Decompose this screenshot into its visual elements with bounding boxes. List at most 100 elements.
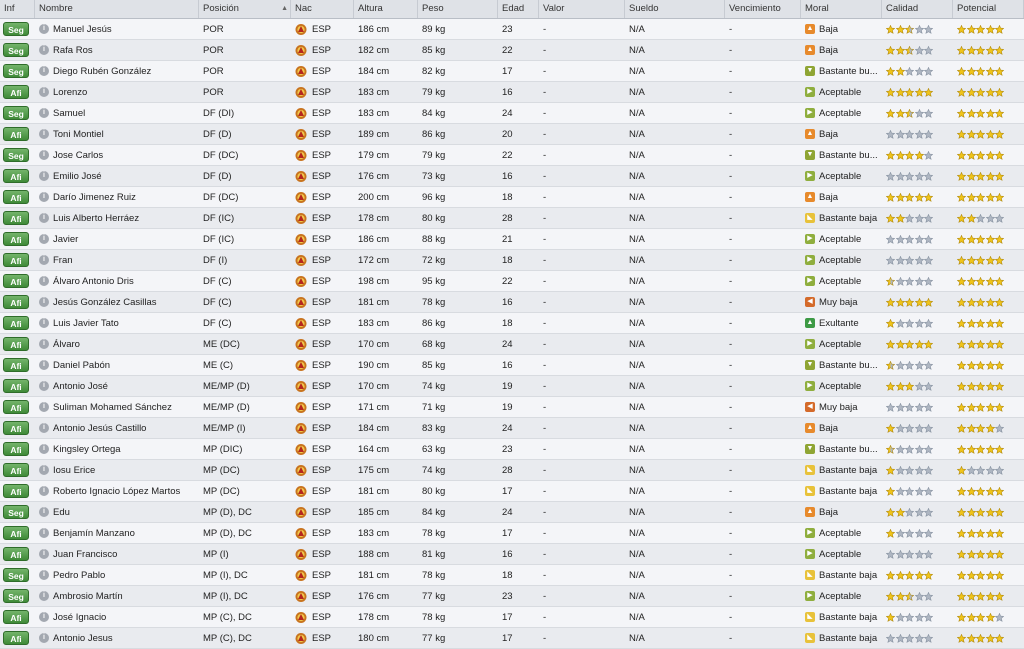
player-name[interactable]: Ambrosio Martín <box>53 591 123 602</box>
table-row[interactable]: Seg i Jose Carlos DF (DC) ESP 179 cm 79 k… <box>0 145 1024 166</box>
info-icon[interactable]: i <box>39 171 49 181</box>
info-icon[interactable]: i <box>39 45 49 55</box>
player-name[interactable]: Kingsley Ortega <box>53 444 121 455</box>
player-name[interactable]: Daniel Pabón <box>53 360 110 371</box>
status-badge[interactable]: Afi <box>3 169 29 183</box>
info-icon[interactable]: i <box>39 402 49 412</box>
info-icon[interactable]: i <box>39 591 49 601</box>
player-name[interactable]: Jesús González Casillas <box>53 297 157 308</box>
player-name[interactable]: Emilio José <box>53 171 102 182</box>
player-name[interactable]: Samuel <box>53 108 85 119</box>
table-row[interactable]: Afi i Javier DF (IC) ESP 186 cm 88 kg 21 … <box>0 229 1024 250</box>
info-icon[interactable]: i <box>39 570 49 580</box>
status-badge[interactable]: Afi <box>3 337 29 351</box>
table-row[interactable]: Seg i Samuel DF (DI) ESP 183 cm 84 kg 24 … <box>0 103 1024 124</box>
info-icon[interactable]: i <box>39 129 49 139</box>
player-name[interactable]: Antonio Jesús Castillo <box>53 423 146 434</box>
table-row[interactable]: Afi i Antonio José ME/MP (D) ESP 170 cm 7… <box>0 376 1024 397</box>
status-badge[interactable]: Afi <box>3 211 29 225</box>
col-header-sueldo[interactable]: Sueldo <box>625 0 725 18</box>
info-icon[interactable]: i <box>39 213 49 223</box>
table-row[interactable]: Afi i Juan Francisco MP (I) ESP 188 cm 81… <box>0 544 1024 565</box>
player-name[interactable]: Álvaro <box>53 339 80 350</box>
info-icon[interactable]: i <box>39 339 49 349</box>
player-name[interactable]: Álvaro Antonio Dris <box>53 276 134 287</box>
info-icon[interactable]: i <box>39 276 49 286</box>
player-name[interactable]: Antonio Jesus <box>53 633 113 644</box>
status-badge[interactable]: Afi <box>3 400 29 414</box>
player-name[interactable]: Diego Rubén González <box>53 66 151 77</box>
player-name[interactable]: Iosu Erice <box>53 465 95 476</box>
info-icon[interactable]: i <box>39 507 49 517</box>
col-header-nombre[interactable]: Nombre <box>35 0 199 18</box>
status-badge[interactable]: Afi <box>3 547 29 561</box>
player-name[interactable]: Rafa Ros <box>53 45 93 56</box>
col-header-posicion[interactable]: Posición ▲ <box>199 0 291 18</box>
player-name[interactable]: Roberto Ignacio López Martos <box>53 486 180 497</box>
status-badge[interactable]: Afi <box>3 484 29 498</box>
status-badge[interactable]: Seg <box>3 106 29 120</box>
col-header-altura[interactable]: Altura <box>354 0 418 18</box>
table-row[interactable]: Seg i Diego Rubén González POR ESP 184 cm… <box>0 61 1024 82</box>
table-row[interactable]: Afi i Emilio José DF (D) ESP 176 cm 73 kg… <box>0 166 1024 187</box>
status-badge[interactable]: Afi <box>3 463 29 477</box>
table-row[interactable]: Afi i Luis Javier Tato DF (C) ESP 183 cm … <box>0 313 1024 334</box>
player-name[interactable]: Suliman Mohamed Sánchez <box>53 402 172 413</box>
table-row[interactable]: Seg i Manuel Jesús POR ESP 186 cm 89 kg 2… <box>0 19 1024 40</box>
table-row[interactable]: Seg i Ambrosio Martín MP (I), DC ESP 176 … <box>0 586 1024 607</box>
status-badge[interactable]: Afi <box>3 421 29 435</box>
info-icon[interactable]: i <box>39 255 49 265</box>
status-badge[interactable]: Afi <box>3 127 29 141</box>
status-badge[interactable]: Seg <box>3 22 29 36</box>
player-name[interactable]: Darío Jimenez Ruiz <box>53 192 136 203</box>
player-name[interactable]: Lorenzo <box>53 87 87 98</box>
info-icon[interactable]: i <box>39 549 49 559</box>
status-badge[interactable]: Afi <box>3 190 29 204</box>
table-row[interactable]: Afi i Suliman Mohamed Sánchez ME/MP (D) E… <box>0 397 1024 418</box>
col-header-valor[interactable]: Valor <box>539 0 625 18</box>
status-badge[interactable]: Seg <box>3 589 29 603</box>
col-header-peso[interactable]: Peso <box>418 0 498 18</box>
player-name[interactable]: Pedro Pablo <box>53 570 105 581</box>
table-row[interactable]: Afi i Roberto Ignacio López Martos MP (DC… <box>0 481 1024 502</box>
status-badge[interactable]: Afi <box>3 295 29 309</box>
col-header-calidad[interactable]: Calidad <box>882 0 953 18</box>
status-badge[interactable]: Afi <box>3 358 29 372</box>
info-icon[interactable]: i <box>39 444 49 454</box>
table-row[interactable]: Seg i Edu MP (D), DC ESP 185 cm 84 kg 24 … <box>0 502 1024 523</box>
status-badge[interactable]: Afi <box>3 316 29 330</box>
info-icon[interactable]: i <box>39 360 49 370</box>
player-name[interactable]: Jose Carlos <box>53 150 103 161</box>
player-name[interactable]: Fran <box>53 255 73 266</box>
table-row[interactable]: Afi i Luis Alberto Herráez DF (IC) ESP 17… <box>0 208 1024 229</box>
status-badge[interactable]: Afi <box>3 232 29 246</box>
player-name[interactable]: Javier <box>53 234 78 245</box>
status-badge[interactable]: Afi <box>3 274 29 288</box>
info-icon[interactable]: i <box>39 87 49 97</box>
col-header-vencimiento[interactable]: Vencimiento <box>725 0 801 18</box>
info-icon[interactable]: i <box>39 108 49 118</box>
player-name[interactable]: Luis Alberto Herráez <box>53 213 139 224</box>
col-header-potencial[interactable]: Potencial <box>953 0 1024 18</box>
info-icon[interactable]: i <box>39 486 49 496</box>
table-row[interactable]: Afi i Antonio Jesús Castillo ME/MP (I) ES… <box>0 418 1024 439</box>
info-icon[interactable]: i <box>39 234 49 244</box>
table-row[interactable]: Seg i Rafa Ros POR ESP 182 cm 85 kg 22 - … <box>0 40 1024 61</box>
status-badge[interactable]: Afi <box>3 379 29 393</box>
player-name[interactable]: Antonio José <box>53 381 108 392</box>
col-header-nac[interactable]: Nac <box>291 0 354 18</box>
player-name[interactable]: Luis Javier Tato <box>53 318 119 329</box>
table-row[interactable]: Afi i Antonio Jesus MP (C), DC ESP 180 cm… <box>0 628 1024 649</box>
table-row[interactable]: Afi i Álvaro ME (DC) ESP 170 cm 68 kg 24 … <box>0 334 1024 355</box>
info-icon[interactable]: i <box>39 150 49 160</box>
status-badge[interactable]: Afi <box>3 631 29 645</box>
status-badge[interactable]: Afi <box>3 526 29 540</box>
status-badge[interactable]: Afi <box>3 253 29 267</box>
info-icon[interactable]: i <box>39 297 49 307</box>
status-badge[interactable]: Seg <box>3 505 29 519</box>
info-icon[interactable]: i <box>39 633 49 643</box>
status-badge[interactable]: Seg <box>3 43 29 57</box>
table-row[interactable]: Seg i Pedro Pablo MP (I), DC ESP 181 cm 7… <box>0 565 1024 586</box>
player-name[interactable]: Juan Francisco <box>53 549 117 560</box>
table-row[interactable]: Afi i Fran DF (I) ESP 172 cm 72 kg 18 - N… <box>0 250 1024 271</box>
